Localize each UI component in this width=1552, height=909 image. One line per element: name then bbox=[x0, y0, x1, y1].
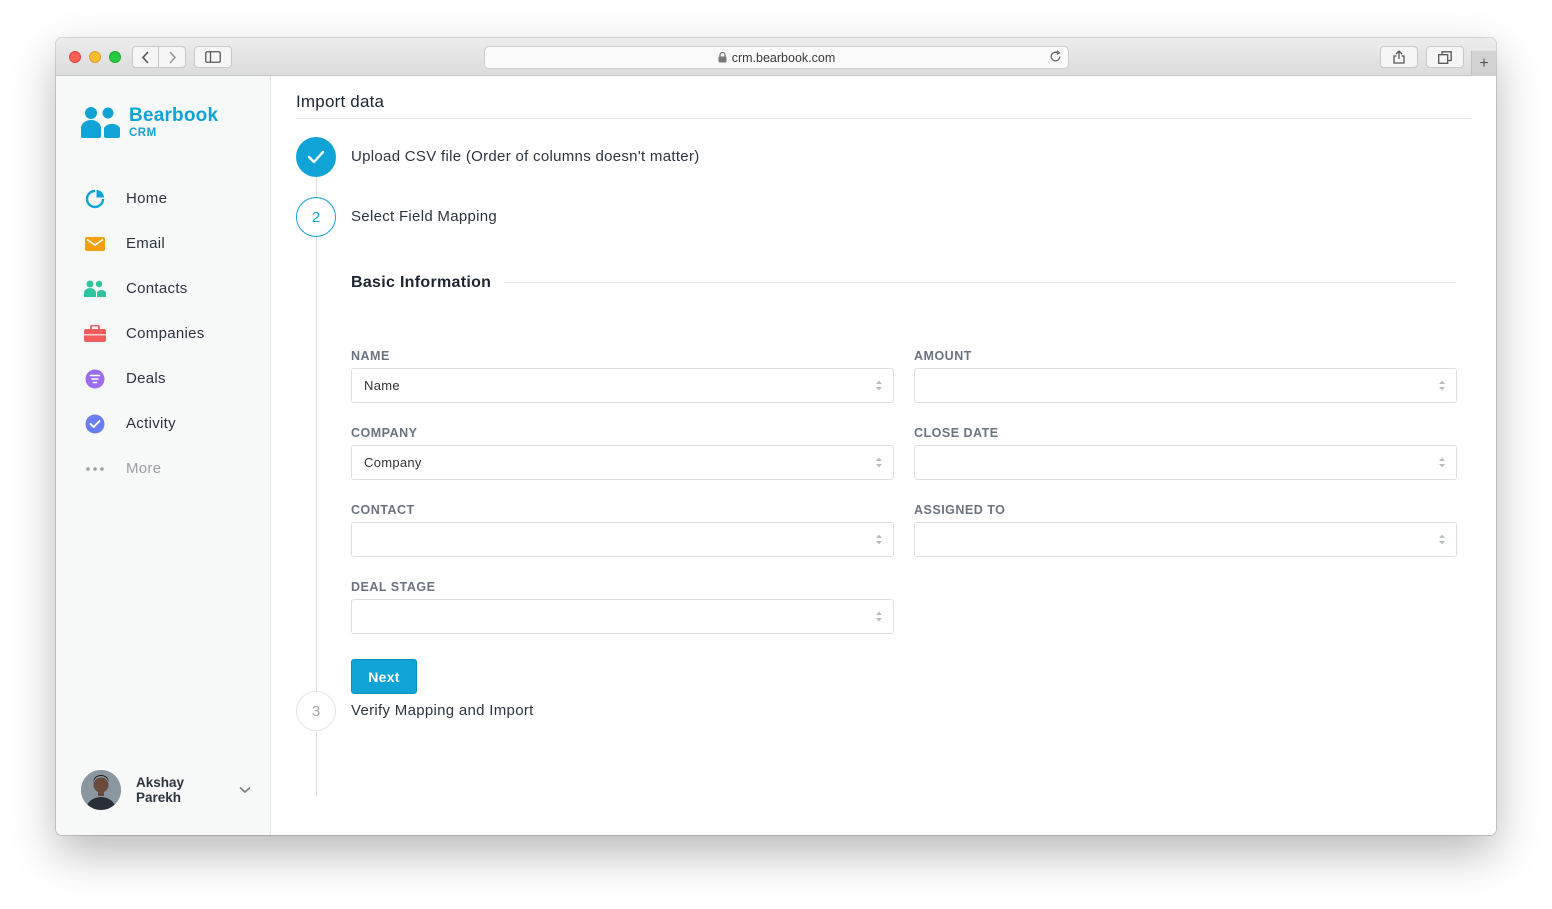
share-button[interactable] bbox=[1380, 46, 1418, 68]
bear-logo-icon bbox=[81, 106, 123, 138]
step-2-label: Select Field Mapping bbox=[351, 208, 498, 225]
sidebar-item-deals[interactable]: Deals bbox=[84, 356, 205, 401]
sidebar-nav: Home Email Contacts Companies Deals Acti… bbox=[84, 176, 205, 491]
sidebar-item-label: Email bbox=[126, 235, 166, 252]
envelope-icon bbox=[84, 233, 106, 255]
sidebar-item-home[interactable]: Home bbox=[84, 176, 205, 221]
select-value: Company bbox=[364, 455, 422, 470]
company-field-label: COMPANY bbox=[351, 426, 418, 440]
back-button[interactable] bbox=[133, 47, 159, 67]
user-first-name: Akshay bbox=[136, 775, 185, 790]
reload-icon[interactable] bbox=[1049, 50, 1062, 63]
step-1-label: Upload CSV file (Order of columns doesn'… bbox=[351, 148, 700, 165]
share-icon bbox=[1393, 50, 1405, 64]
select-arrows-icon bbox=[875, 456, 883, 469]
funnel-icon bbox=[84, 368, 106, 390]
sidebar-toggle-button[interactable] bbox=[194, 46, 232, 68]
contact-field-label: CONTACT bbox=[351, 503, 415, 517]
sidebar-item-label: More bbox=[126, 460, 162, 477]
divider bbox=[504, 282, 1456, 283]
zoom-window-button[interactable] bbox=[109, 51, 121, 63]
deal-stage-mapping-select[interactable] bbox=[351, 599, 894, 634]
lock-icon bbox=[718, 52, 727, 63]
sidebar-item-contacts[interactable]: Contacts bbox=[84, 266, 205, 311]
contact-mapping-select[interactable] bbox=[351, 522, 894, 557]
url-text: crm.bearbook.com bbox=[731, 50, 836, 65]
app-sidebar: Bearbook CRM Home Email Contacts Compani… bbox=[56, 76, 271, 835]
close-date-field-label: CLOSE DATE bbox=[914, 426, 999, 440]
close-window-button[interactable] bbox=[69, 51, 81, 63]
browser-toolbar: crm.bearbook.com + bbox=[56, 38, 1496, 76]
page-title: Import data bbox=[296, 92, 385, 111]
avatar bbox=[81, 770, 121, 810]
sidebar-item-label: Activity bbox=[126, 415, 176, 432]
sidebar-item-email[interactable]: Email bbox=[84, 221, 205, 266]
browser-window: crm.bearbook.com + Bearbook CRM Home Ema… bbox=[56, 38, 1496, 835]
amount-field-label: AMOUNT bbox=[914, 349, 972, 363]
forward-button[interactable] bbox=[159, 47, 185, 67]
check-circle-icon bbox=[84, 413, 106, 435]
address-bar[interactable]: crm.bearbook.com bbox=[484, 46, 1069, 69]
user-menu[interactable]: Akshay Parekh bbox=[81, 770, 251, 810]
sidebar-item-activity[interactable]: Activity bbox=[84, 401, 205, 446]
select-arrows-icon bbox=[875, 379, 883, 392]
tabs-icon bbox=[1438, 50, 1452, 64]
next-button[interactable]: Next bbox=[351, 659, 417, 694]
chevron-down-icon[interactable] bbox=[239, 786, 251, 794]
select-arrows-icon bbox=[1438, 456, 1446, 469]
step-3-label: Verify Mapping and Import bbox=[351, 702, 534, 719]
main-content: Import data Upload CSV file (Order of co… bbox=[272, 76, 1496, 835]
select-arrows-icon bbox=[1438, 379, 1446, 392]
deal-stage-field-label: DEAL STAGE bbox=[351, 580, 436, 594]
brand-name: Bearbook bbox=[129, 105, 219, 126]
pie-chart-icon bbox=[84, 188, 106, 210]
close-date-mapping-select[interactable] bbox=[914, 445, 1457, 480]
user-last-name: Parekh bbox=[136, 790, 182, 805]
minimize-window-button[interactable] bbox=[89, 51, 101, 63]
name-field-label: NAME bbox=[351, 349, 390, 363]
sidebar-item-label: Contacts bbox=[126, 280, 188, 297]
amount-mapping-select[interactable] bbox=[914, 368, 1457, 403]
sidebar-item-label: Home bbox=[126, 190, 168, 207]
chevron-right-icon bbox=[168, 50, 176, 64]
name-mapping-select[interactable]: Name bbox=[351, 368, 894, 403]
divider bbox=[296, 118, 1471, 119]
select-arrows-icon bbox=[875, 610, 883, 623]
new-tab-button[interactable]: + bbox=[1471, 51, 1496, 76]
history-nav bbox=[132, 46, 186, 68]
assigned-to-field-label: ASSIGNED TO bbox=[914, 503, 1006, 517]
step-1-complete-badge bbox=[296, 137, 336, 177]
section-title: Basic Information bbox=[351, 274, 492, 291]
tab-overview-button[interactable] bbox=[1426, 46, 1464, 68]
briefcase-icon bbox=[84, 323, 106, 345]
step-2-badge: 2 bbox=[296, 197, 336, 237]
brand-logo[interactable]: Bearbook CRM bbox=[81, 106, 218, 140]
sidebar-item-companies[interactable]: Companies bbox=[84, 311, 205, 356]
sidebar-item-label: Deals bbox=[126, 370, 166, 387]
people-icon bbox=[84, 278, 106, 300]
select-arrows-icon bbox=[1438, 533, 1446, 546]
step-3-badge: 3 bbox=[296, 691, 336, 731]
sidebar-item-label: Companies bbox=[126, 325, 205, 342]
select-arrows-icon bbox=[875, 533, 883, 546]
sidebar-item-more[interactable]: More bbox=[84, 446, 205, 491]
checkmark-icon bbox=[307, 150, 325, 164]
select-value: Name bbox=[364, 378, 400, 393]
chevron-left-icon bbox=[141, 50, 149, 64]
company-mapping-select[interactable]: Company bbox=[351, 445, 894, 480]
assigned-to-mapping-select[interactable] bbox=[914, 522, 1457, 557]
more-dots-icon bbox=[84, 458, 106, 480]
sidebar-icon bbox=[205, 51, 221, 63]
brand-subtitle: CRM bbox=[129, 127, 157, 139]
